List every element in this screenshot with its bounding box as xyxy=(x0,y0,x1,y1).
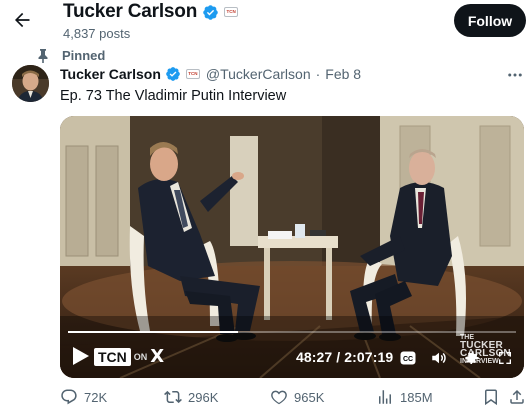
share-icon xyxy=(510,389,524,404)
settings-icon xyxy=(465,351,479,364)
captions-icon: CC xyxy=(400,351,416,365)
pinned-indicator: Pinned xyxy=(37,48,105,63)
video-progress-fill xyxy=(68,331,239,333)
tcn-affiliate-badge-icon[interactable]: TCN xyxy=(224,7,239,17)
views-icon xyxy=(379,390,391,404)
reply-count: 72K xyxy=(84,389,108,405)
like-count: 965K xyxy=(294,389,325,405)
tcn-logo-on: ON xyxy=(133,351,148,362)
tcn-affiliate-badge-icon[interactable]: TCN xyxy=(185,69,200,79)
back-button[interactable] xyxy=(10,8,34,32)
profile-header: Tucker Carlson TCN 4,837 posts Follow xyxy=(0,0,531,44)
tcn-on-x-logo: TCN ON X xyxy=(94,346,164,367)
more-button[interactable] xyxy=(506,66,524,84)
post-header: Tucker Carlson TCN @TuckerCarlson · Feb … xyxy=(60,66,361,82)
post-handle[interactable]: @TuckerCarlson xyxy=(206,66,311,82)
volume-button[interactable] xyxy=(428,347,450,369)
separator-dot: · xyxy=(315,66,321,82)
video-time: 48:27 / 2:07:19 xyxy=(296,349,394,365)
video-player[interactable]: TCN ON X 48:27 / 2:07:19 CC THE TUCKER C… xyxy=(60,116,524,378)
heart-icon xyxy=(271,390,287,405)
posts-count: 4,837 posts xyxy=(63,26,131,41)
reply-icon xyxy=(61,389,77,405)
play-icon[interactable] xyxy=(72,346,90,366)
fullscreen-icon xyxy=(499,352,511,364)
bookmark-icon xyxy=(485,389,497,406)
follow-button[interactable]: Follow xyxy=(454,4,526,37)
pinned-label: Pinned xyxy=(62,48,106,63)
repost-button[interactable]: 296K xyxy=(164,388,218,406)
post-text: Ep. 73 The Vladimir Putin Interview xyxy=(60,88,287,104)
repost-count: 296K xyxy=(188,389,219,405)
pin-icon xyxy=(38,48,48,63)
reply-button[interactable]: 72K xyxy=(60,388,107,406)
svg-text:CC: CC xyxy=(403,356,413,363)
post-actions: 72K 296K 965K 185M xyxy=(0,388,531,409)
repost-icon xyxy=(164,390,182,404)
tcn-logo-text: TCN xyxy=(98,348,127,365)
fullscreen-button[interactable] xyxy=(494,347,516,369)
share-button[interactable] xyxy=(508,388,526,406)
post-date[interactable]: Feb 8 xyxy=(325,66,361,82)
volume-icon xyxy=(432,352,446,364)
avatar[interactable] xyxy=(12,65,49,102)
post-author-name[interactable]: Tucker Carlson xyxy=(60,66,161,82)
tcn-logo-x: X xyxy=(150,346,165,367)
views-count: 185M xyxy=(400,389,433,405)
settings-button[interactable] xyxy=(461,347,483,369)
views-button[interactable]: 185M xyxy=(376,388,433,406)
header-display-name: Tucker Carlson xyxy=(63,1,198,22)
arrow-left-icon xyxy=(15,12,30,28)
more-dots-icon xyxy=(508,73,522,77)
header-name-row: Tucker Carlson TCN xyxy=(63,1,239,23)
captions-button[interactable]: CC xyxy=(397,347,419,369)
video-frame xyxy=(60,116,524,378)
like-button[interactable]: 965K xyxy=(270,388,324,406)
tcn-logo-box: TCN xyxy=(94,347,131,366)
verified-badge-icon xyxy=(166,67,180,81)
verified-badge-icon xyxy=(203,4,218,20)
video-progress-bar[interactable] xyxy=(68,331,516,333)
bookmark-button[interactable] xyxy=(482,388,500,406)
